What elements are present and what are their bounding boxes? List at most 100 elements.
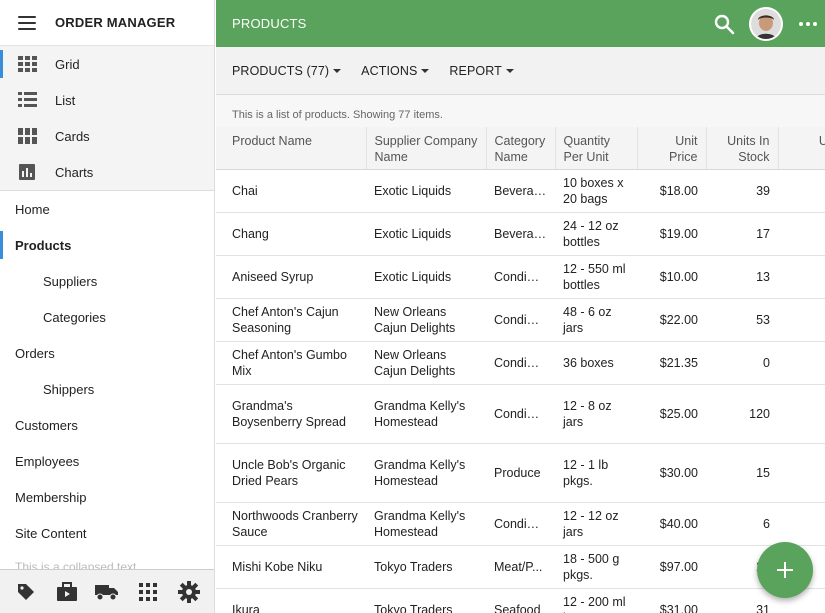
chevron-down-icon (333, 68, 342, 73)
briefcase-icon[interactable] (55, 580, 79, 604)
bottom-toolbar (0, 569, 214, 613)
cell-product-name: Grandma's Boysenberry Spread (216, 384, 366, 444)
table-row[interactable]: Ikura Tokyo Traders Seafood 12 - 200 ml … (216, 588, 825, 613)
table-row[interactable]: Chef Anton's Cajun Seasoning New Orleans… (216, 298, 825, 342)
table-row[interactable]: Mishi Kobe Niku Tokyo Traders Meat/P... … (216, 545, 825, 589)
nav-menu: Home Products Suppliers Categories Order… (0, 191, 214, 571)
nav-home[interactable]: Home (0, 191, 214, 227)
cell-supplier: Exotic Liquids (366, 212, 486, 256)
cell-units-on-order: 0 (778, 298, 825, 342)
grid-view-icon (18, 56, 37, 72)
cell-product-name: Aniseed Syrup (216, 255, 366, 299)
actions-dropdown-label: ACTIONS (361, 63, 418, 78)
table-row[interactable]: Chang Exotic Liquids Beverag... 24 - 12 … (216, 212, 825, 256)
cell-unit-price: $30.00 (637, 443, 706, 503)
report-dropdown-button[interactable]: REPORT (449, 64, 514, 78)
cell-category: Condim... (486, 502, 555, 546)
cell-units-on-order: 0 (778, 502, 825, 546)
grid-description: This is a list of products. Showing 77 i… (216, 95, 825, 127)
truck-icon[interactable] (95, 580, 119, 604)
view-label: Charts (55, 164, 94, 180)
cell-units-in-stock: 39 (706, 169, 778, 213)
table-row[interactable]: Aniseed Syrup Exotic Liquids Condim... 1… (216, 255, 825, 299)
hamburger-menu-icon[interactable] (18, 15, 36, 30)
nav-membership[interactable]: Membership (0, 479, 214, 515)
products-dropdown-label: PRODUCTS (77) (232, 63, 330, 78)
cell-quantity: 24 - 12 oz bottles (555, 212, 637, 256)
cell-unit-price: $22.00 (637, 298, 706, 342)
apps-icon[interactable] (136, 580, 160, 604)
cell-supplier: Exotic Liquids (366, 255, 486, 299)
sidebar: ORDER MANAGER Grid List Cards Charts Hom… (0, 0, 215, 613)
view-item-grid[interactable]: Grid (0, 46, 214, 82)
cell-unit-price: $25.00 (637, 384, 706, 444)
nav-categories[interactable]: Categories (0, 299, 214, 335)
cell-product-name: Uncle Bob's Organic Dried Pears (216, 443, 366, 503)
cell-supplier: New Orleans Cajun Delights (366, 298, 486, 342)
charts-view-icon (19, 164, 35, 180)
view-label: Grid (55, 56, 80, 72)
grid-header-row: Product Name Supplier Company Name Categ… (216, 127, 825, 170)
products-grid: Product Name Supplier Company Name Categ… (216, 127, 825, 613)
cell-supplier: Tokyo Traders (366, 588, 486, 613)
cell-quantity: 12 - 200 ml jars (555, 588, 637, 613)
column-header-unit-price[interactable]: Unit Price (637, 127, 707, 170)
nav-customers[interactable]: Customers (0, 407, 214, 443)
table-row[interactable]: Grandma's Boysenberry Spread Grandma Kel… (216, 384, 825, 444)
cell-quantity: 12 - 1 lb pkgs. (555, 443, 637, 503)
add-product-button[interactable] (757, 542, 813, 598)
actions-dropdown-button[interactable]: ACTIONS (361, 63, 430, 78)
cell-quantity: 48 - 6 oz jars (555, 298, 637, 342)
tag-icon[interactable] (14, 580, 38, 604)
cell-quantity: 10 boxes x 20 bags (555, 169, 637, 213)
nav-employees[interactable]: Employees (0, 443, 214, 479)
gear-icon[interactable] (177, 580, 201, 604)
cell-supplier: Exotic Liquids (366, 169, 486, 213)
nav-products[interactable]: Products (0, 227, 214, 263)
table-row[interactable]: Chef Anton's Gumbo Mix New Orleans Cajun… (216, 341, 825, 385)
nav-orders[interactable]: Orders (0, 335, 214, 371)
cell-category: Condim... (486, 341, 555, 385)
nav-shippers[interactable]: Shippers (0, 371, 214, 407)
cell-category: Seafood (486, 588, 555, 613)
nav-site-content[interactable]: Site Content (0, 515, 214, 551)
nav-suppliers[interactable]: Suppliers (0, 263, 214, 299)
column-header-units-in-stock[interactable]: Units In Stock (706, 127, 779, 170)
table-row[interactable]: Northwoods Cranberry Sauce Grandma Kelly… (216, 502, 825, 546)
cell-product-name: Northwoods Cranberry Sauce (216, 502, 366, 546)
column-header-units-on-order[interactable]: Units On Order (778, 127, 825, 170)
products-dropdown-button[interactable]: PRODUCTS (77) (232, 63, 342, 78)
column-header-quantity[interactable]: Quantity Per Unit (555, 127, 638, 170)
cell-unit-price: $18.00 (637, 169, 706, 213)
cell-units-on-order: 70 (778, 255, 825, 299)
cell-category: Meat/P... (486, 545, 555, 589)
column-header-supplier[interactable]: Supplier Company Name (366, 127, 487, 170)
cell-product-name: Ikura (216, 588, 366, 613)
column-header-product-name[interactable]: Product Name (216, 127, 367, 170)
cell-units-in-stock: 0 (706, 341, 778, 385)
cell-quantity: 18 - 500 g pkgs. (555, 545, 637, 589)
cell-supplier: Grandma Kelly's Homestead (366, 443, 486, 503)
cell-product-name: Chai (216, 169, 366, 213)
cell-units-on-order: 0 (778, 443, 825, 503)
view-label: Cards (55, 128, 90, 144)
cell-unit-price: $97.00 (637, 545, 706, 589)
cell-quantity: 12 - 12 oz jars (555, 502, 637, 546)
view-item-list[interactable]: List (0, 82, 214, 118)
column-header-category[interactable]: Category Name (486, 127, 556, 170)
more-options-icon[interactable] (797, 13, 819, 35)
cell-quantity: 12 - 8 oz jars (555, 384, 637, 444)
view-item-charts[interactable]: Charts (0, 154, 214, 190)
app-title: ORDER MANAGER (55, 15, 176, 30)
search-icon[interactable] (713, 13, 735, 35)
chevron-down-icon (505, 68, 514, 73)
cell-unit-price: $21.35 (637, 341, 706, 385)
cell-units-in-stock: 13 (706, 255, 778, 299)
cell-units-in-stock: 15 (706, 443, 778, 503)
cell-units-in-stock: 17 (706, 212, 778, 256)
avatar[interactable] (749, 6, 783, 41)
view-item-cards[interactable]: Cards (0, 118, 214, 154)
cell-category: Condim... (486, 384, 555, 444)
table-row[interactable]: Chai Exotic Liquids Beverag... 10 boxes … (216, 169, 825, 213)
table-row[interactable]: Uncle Bob's Organic Dried Pears Grandma … (216, 443, 825, 503)
